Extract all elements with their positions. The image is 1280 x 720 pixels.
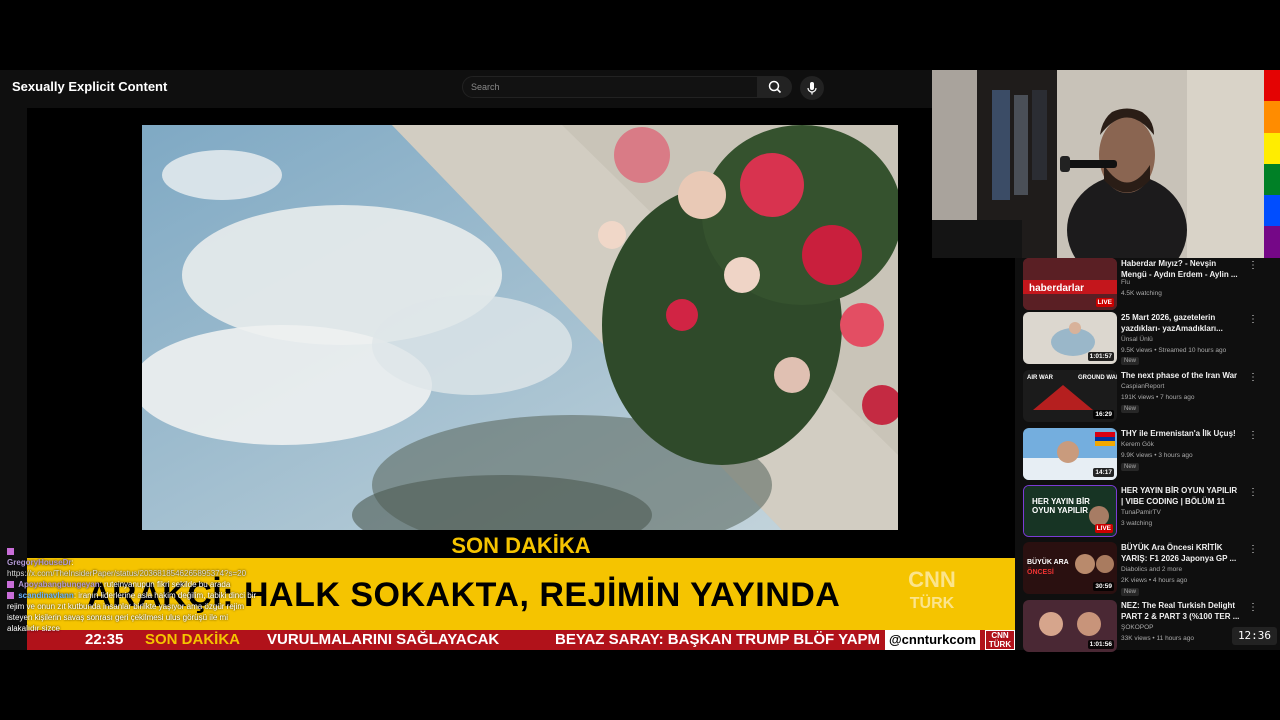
svg-text:AIR WAR: AIR WAR [1027,375,1054,381]
more-options-icon[interactable]: ⋮ [1248,602,1258,613]
search-placeholder: Search [471,82,500,92]
channel-name[interactable]: Kerem Gök [1121,441,1154,448]
svg-text:haberdarlar: haberdarlar [1029,283,1084,294]
ticker-cnn-logo: CNN TÜRK [985,630,1015,650]
svg-text:OYUN YAPILIR: OYUN YAPILIR [1032,506,1088,515]
video-duration: 16:29 [1093,410,1114,419]
chat-overlay: GregoryHouseDr: https://x.com/TheInsider… [7,546,262,634]
rainbow-green [1264,163,1280,196]
ticker-text: VURULMALARINI SAĞLAYACAK [267,631,500,648]
chat-badge-icon [7,548,14,556]
more-options-icon[interactable]: ⋮ [1248,430,1258,441]
video-thumbnail[interactable]: haberdarlar LIVE [1023,258,1117,310]
recommended-video[interactable]: 1:01:57 25 Mart 2026, gazetelerin yazdık… [1023,312,1273,368]
svg-text:ÖNCESİ: ÖNCESİ [1027,567,1054,576]
live-badge: LIVE [1094,524,1113,533]
video-meta: 33K views • 11 hours ago [1121,635,1194,642]
chat-badge-icon [7,581,14,589]
video-title[interactable]: HER YAYIN BİR OYUN YAPILIR | VIBE CODING… [1121,485,1241,507]
video-title[interactable]: Haberdar Mıyız? - Nevşin Mengü - Aydın E… [1121,258,1241,280]
video-meta: 4.5K watching [1121,290,1162,297]
chat-message: GregoryHouseDr: https://x.com/TheInsider… [7,546,262,579]
svg-text:BÜYÜK ARA: BÜYÜK ARA [1027,557,1069,566]
more-options-icon[interactable]: ⋮ [1248,544,1258,555]
voice-search-button[interactable] [800,76,824,100]
recommended-videos-sidebar: haberdarlar LIVE Haberdar Mıyız? - Nevşi… [1015,258,1280,652]
ticker-social-handle: @cnnturkcom [885,630,981,650]
video-title[interactable]: 25 Mart 2026, gazetelerin yazdıkları- ya… [1121,312,1241,334]
mic-icon [807,82,817,95]
recommended-video[interactable]: HER YAYIN BİR OYUN YAPILIR LIVE HER YAYIN… [1023,485,1273,541]
video-meta: 9.5K views • Streamed 10 hours ago [1121,347,1227,354]
chat-username: GregoryHouseDr [7,558,72,567]
rainbow-purple [1264,226,1280,258]
page-title: Sexually Explicit Content [12,79,168,94]
video-meta: 9.9K views • 3 hours ago [1121,452,1193,459]
channel-name[interactable]: ŞOKOPOP [1121,624,1154,631]
more-options-icon[interactable]: ⋮ [1248,260,1258,271]
video-duration: 1:01:57 [1087,352,1114,361]
video-meta: 191K views • 7 hours ago [1121,394,1195,401]
stream-clock: 12:36 [1232,627,1277,645]
video-duration: 30:59 [1093,582,1114,591]
video-duration: 1:01:56 [1087,640,1114,649]
new-badge: New [1121,463,1140,471]
rainbow-orange [1264,101,1280,133]
new-badge: New [1121,588,1140,596]
cnn-logo-line1: CNN [908,567,956,592]
webcam-feed [932,70,1264,258]
video-thumbnail[interactable]: AIR WAR GROUND WAR 16:29 [1023,370,1117,422]
video-title[interactable]: THY ile Ermenistan'a İlk Uçuş! [1121,428,1241,439]
rainbow-blue [1264,195,1280,227]
video-title[interactable]: NEZ: The Real Turkish Delight PART 2 & P… [1121,600,1241,622]
chat-text: https://x.com/TheInsiderPaper/status/203… [7,569,247,578]
video-thumbnail[interactable]: HER YAYIN BİR OYUN YAPILIR LIVE [1023,485,1117,537]
channel-name[interactable]: Ünsal Ünlü [1121,336,1153,343]
chat-message: Apoyabangbungeyan: ruteinyanupun fikri s… [7,579,262,590]
ticker-text: BEYAZ SARAY: BAŞKAN TRUMP BLÖF YAPM [555,631,881,648]
channel-name[interactable]: Flu [1121,279,1130,286]
video-thumbnail[interactable]: BÜYÜK ARA ÖNCESİ 30:59 [1023,542,1117,594]
cnn-logo-line2: TÜRK [909,595,955,612]
recommended-video[interactable]: AIR WAR GROUND WAR 16:29 The next phase o… [1023,370,1273,426]
video-meta: 3 watching [1121,520,1153,527]
video-thumbnail[interactable]: 1:01:57 [1023,312,1117,364]
new-badge: New [1121,357,1140,365]
svg-text:HER YAYIN BİR: HER YAYIN BİR [1032,497,1090,506]
search-button[interactable] [758,76,792,98]
new-badge: New [1121,405,1140,413]
video-title[interactable]: The next phase of the Iran War [1121,370,1241,381]
video-thumbnail[interactable]: 14:17 [1023,428,1117,480]
search-input[interactable]: Search [462,76,758,98]
cnn-turk-logo: CNN TÜRK [897,568,967,620]
search-icon [768,80,782,94]
channel-name[interactable]: TunaPamirTV [1121,509,1161,516]
recommended-video[interactable]: 14:17 THY ile Ermenistan'a İlk Uçuş! Ker… [1023,428,1273,484]
video-thumbnail[interactable]: 1:01:56 [1023,600,1117,652]
chat-text: ruteinyanupun fikri sekilde bu arada [104,580,231,589]
more-options-icon[interactable]: ⋮ [1248,487,1258,498]
video-meta: 2K views • 4 hours ago [1121,577,1188,584]
chat-message: scandinavlann: iranın liderlerine asla h… [7,591,257,633]
video-duration: 14:17 [1093,468,1114,477]
video-frame-image [142,125,898,530]
rainbow-red [1264,70,1280,102]
channel-name[interactable]: CaspianReport [1121,383,1164,390]
chat-badge-icon [7,592,14,600]
video-title[interactable]: BÜYÜK Ara Öncesi KRİTİK YARIŞ: F1 2026 J… [1121,542,1241,564]
channel-name[interactable]: Diabolics and 2 more [1121,566,1182,573]
recommended-video[interactable]: BÜYÜK ARA ÖNCESİ 30:59 BÜYÜK Ara Öncesi K… [1023,542,1273,598]
svg-text:GROUND WAR: GROUND WAR [1078,375,1117,381]
more-options-icon[interactable]: ⋮ [1248,372,1258,383]
youtube-header: Sexually Explicit Content Search [0,70,932,108]
rainbow-yellow [1264,132,1280,164]
more-options-icon[interactable]: ⋮ [1248,314,1258,325]
recommended-video[interactable]: haberdarlar LIVE Haberdar Mıyız? - Nevşi… [1023,258,1273,314]
rainbow-stripe [1264,70,1280,258]
chat-username: Apoyabangbungeyan [18,580,100,589]
chat-username: scandinavlann [18,591,74,600]
live-badge: LIVE [1095,298,1114,307]
